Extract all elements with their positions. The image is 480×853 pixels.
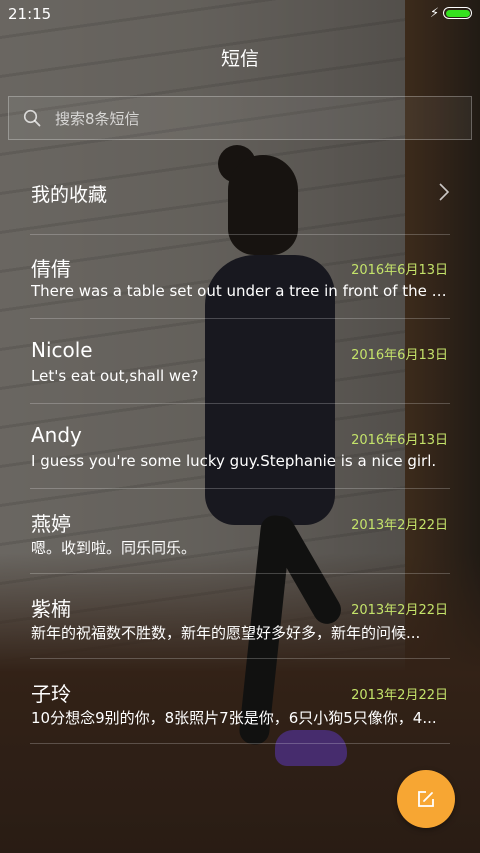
- contact-name: 子玲: [31, 682, 71, 706]
- message-date: 2016年6月13日: [351, 433, 448, 448]
- contact-name: 燕婷: [31, 512, 71, 536]
- battery-level: [445, 9, 470, 17]
- message-preview: 10分想念9别的你，8张照片7张是你，6只小狗5只像你，4...: [31, 709, 437, 727]
- message-preview: 嗯。收到啦。同乐同乐。: [31, 539, 197, 557]
- message-date: 2016年6月13日: [351, 263, 448, 278]
- compose-button[interactable]: [397, 770, 455, 828]
- search-input[interactable]: [53, 97, 457, 141]
- message-preview: 新年的祝福数不胜数，新年的愿望好多好多，新年的问候...: [31, 624, 421, 642]
- compose-icon: [418, 791, 434, 807]
- status-time: 21:15: [8, 5, 52, 23]
- search-icon: [23, 109, 41, 127]
- chevron-right-icon: [439, 183, 450, 201]
- conversation-item[interactable]: 紫楠 2013年2月22日 新年的祝福数不胜数，新年的愿望好多好多，新年的问候.…: [30, 574, 450, 659]
- conversation-item[interactable]: 倩倩 2016年6月13日 There was a table set out …: [30, 234, 450, 319]
- message-date: 2013年2月22日: [351, 603, 448, 618]
- message-date: 2013年2月22日: [351, 518, 448, 533]
- contact-name: 倩倩: [31, 257, 71, 281]
- status-bar: 21:15 ⚡: [0, 0, 480, 28]
- page-title: 短信: [220, 48, 259, 70]
- message-preview: Let's eat out,shall we?: [31, 367, 199, 385]
- search-bar[interactable]: [8, 96, 472, 141]
- conversation-item[interactable]: 燕婷 2013年2月22日 嗯。收到啦。同乐同乐。: [30, 489, 450, 574]
- favorites-label: 我的收藏: [31, 184, 108, 206]
- contact-name: 紫楠: [31, 597, 71, 621]
- message-date: 2013年2月22日: [351, 688, 448, 703]
- favorites-row[interactable]: 我的收藏: [30, 150, 450, 235]
- contact-name: Nicole: [31, 338, 93, 362]
- message-preview: There was a table set out under a tree i…: [31, 282, 449, 300]
- message-preview: I guess you're some lucky guy.Stephanie …: [31, 452, 437, 470]
- message-date: 2016年6月13日: [351, 348, 448, 363]
- conversation-item[interactable]: Nicole 2016年6月13日 Let's eat out,shall we…: [30, 319, 450, 404]
- conversation-item[interactable]: Andy 2016年6月13日 I guess you're some luck…: [30, 404, 450, 489]
- conversation-item[interactable]: 子玲 2013年2月22日 10分想念9别的你，8张照片7张是你，6只小狗5只像…: [30, 659, 450, 744]
- conversation-list: 倩倩 2016年6月13日 There was a table set out …: [30, 234, 450, 744]
- flash-icon: ⚡: [430, 6, 440, 21]
- battery-icon: [443, 7, 472, 19]
- contact-name: Andy: [31, 423, 82, 447]
